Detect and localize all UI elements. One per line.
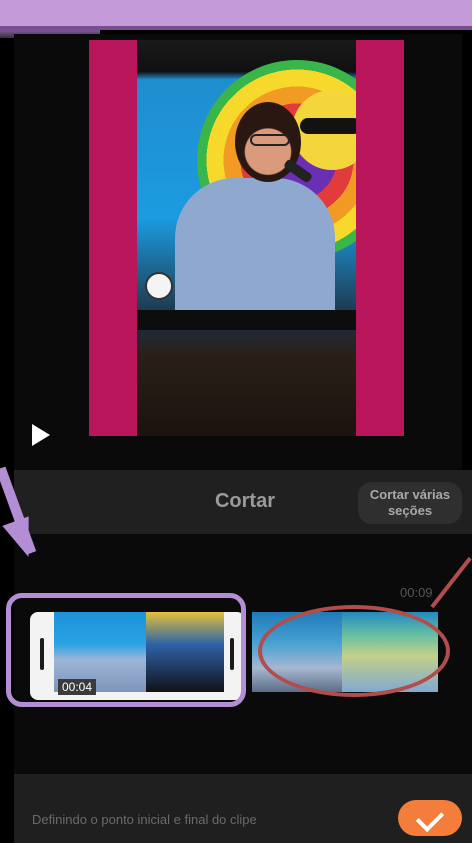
annotation-top-bar (0, 0, 472, 30)
pillarbox-right (356, 40, 404, 436)
singer-body (175, 178, 335, 328)
pillarbox-left (89, 40, 137, 436)
emoji-sticker (145, 272, 173, 300)
video-frame (137, 40, 356, 436)
total-duration: 00:09 (400, 585, 433, 600)
tv-bezel (137, 310, 356, 330)
cut-multiple-sections-button[interactable]: Cortar várias seções (358, 482, 462, 524)
page-title: Cortar (214, 490, 275, 512)
emoji-shades (300, 118, 356, 134)
hint-text: Definindo o ponto inicial e final do cli… (32, 812, 257, 827)
singer-glasses (250, 134, 290, 146)
play-icon[interactable] (32, 424, 50, 446)
annotation-purple-box (6, 593, 246, 707)
annotation-red-ellipse (258, 605, 450, 697)
